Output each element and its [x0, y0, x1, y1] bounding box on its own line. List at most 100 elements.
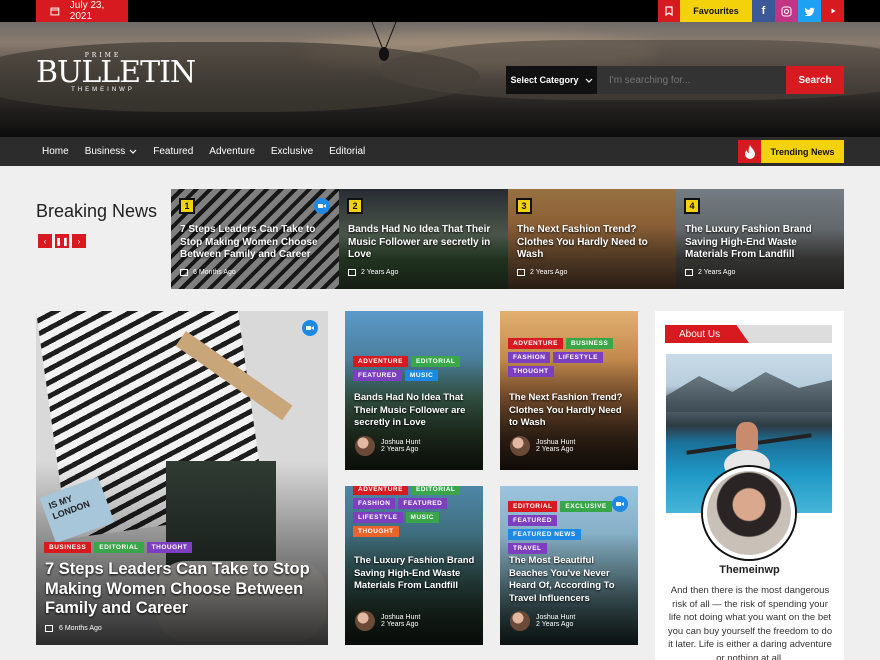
post-title[interactable]: The Next Fashion Trend? Clothes You Hard…	[509, 392, 627, 430]
author-name[interactable]: Joshua Hunt	[381, 614, 420, 621]
next-icon[interactable]: ›	[72, 234, 86, 248]
calendar-icon	[685, 269, 693, 276]
tag[interactable]: THOUGHT	[508, 366, 554, 377]
tag[interactable]: FASHION	[508, 352, 551, 363]
tag[interactable]: TRAVEL	[508, 543, 547, 554]
widget-heading: About Us	[665, 325, 832, 343]
author-avatar	[510, 611, 530, 631]
slide-date: 2 Years Ago	[530, 268, 568, 276]
calendar-icon	[50, 7, 60, 16]
tag-list: EDITORIAL EXCLUSIVE FEATURED FEATURED NE…	[508, 501, 618, 554]
tag[interactable]: FEATURED	[398, 498, 448, 509]
tag-list: BUSINESS EDITORIAL THOUGHT	[44, 542, 193, 553]
nav-item-home[interactable]: Home	[42, 146, 69, 157]
facebook-icon[interactable]: f	[752, 0, 775, 22]
twitter-icon[interactable]	[798, 0, 821, 22]
pause-icon[interactable]: ❚❚	[55, 234, 69, 248]
video-icon	[302, 320, 318, 336]
date-badge: July 23, 2021	[36, 0, 128, 22]
featured-post[interactable]: IS MY LONDON BUSINESS EDITORIAL THOUGHT …	[36, 311, 328, 645]
tag[interactable]: EDITORIAL	[410, 486, 461, 495]
slide-date: 6 Months Ago	[193, 268, 236, 276]
slide-title[interactable]: 7 Steps Leaders Can Take to Stop Making …	[180, 224, 332, 262]
featured-post-date: 6 Months Ago	[59, 624, 102, 632]
post-date: 2 Years Ago	[381, 621, 419, 628]
about-description: And then there is the most dangerous ris…	[667, 585, 833, 660]
search-button[interactable]: Search	[786, 66, 844, 94]
post-card[interactable]: ADVENTURE EDITORIAL FASHION FEATURED LIF…	[345, 486, 483, 645]
category-select[interactable]: Select Category	[506, 66, 597, 94]
tag-list: ADVENTURE EDITORIAL FASHION FEATURED LIF…	[353, 486, 477, 537]
author-avatar	[355, 436, 375, 456]
post-card[interactable]: ADVENTURE BUSINESS FASHION LIFESTYLE THO…	[500, 311, 638, 470]
search-input[interactable]	[597, 66, 786, 94]
trending-news-button[interactable]: Trending News	[761, 140, 844, 163]
slide-title[interactable]: Bands Had No Idea That Their Music Follo…	[348, 224, 500, 262]
tag[interactable]: EXCLUSIVE	[560, 501, 612, 512]
chevron-down-icon	[129, 149, 137, 154]
breaking-slide[interactable]: 4 The Luxury Fashion Brand Saving High-E…	[676, 189, 844, 289]
tag[interactable]: ADVENTURE	[508, 338, 563, 349]
nav-item-editorial[interactable]: Editorial	[329, 146, 365, 157]
post-title[interactable]: The Most Beautiful Beaches You've Never …	[509, 555, 633, 605]
current-date: July 23, 2021	[69, 0, 105, 22]
favourites-button[interactable]: Favourites	[680, 0, 752, 22]
tag[interactable]: EDITORIAL	[508, 501, 558, 512]
breaking-slide[interactable]: 2 Bands Had No Idea That Their Music Fol…	[339, 189, 508, 289]
tag[interactable]: ADVENTURE	[353, 356, 408, 367]
tag-business[interactable]: BUSINESS	[44, 542, 92, 553]
author-avatar	[510, 436, 530, 456]
tag[interactable]: FASHION	[353, 498, 396, 509]
post-date: 2 Years Ago	[381, 446, 419, 453]
tag[interactable]: FEATURED NEWS	[508, 529, 581, 540]
tag[interactable]: LIFESTYLE	[353, 512, 403, 523]
tag[interactable]: BUSINESS	[565, 338, 614, 349]
trending-fire-button[interactable]	[738, 140, 761, 163]
nav-item-business[interactable]: Business	[85, 146, 138, 157]
youtube-icon[interactable]	[821, 0, 844, 22]
about-avatar	[703, 467, 795, 559]
instagram-icon[interactable]	[775, 0, 798, 22]
featured-post-title[interactable]: 7 Steps Leaders Can Take to Stop Making …	[45, 560, 323, 619]
post-date: 2 Years Ago	[536, 446, 574, 453]
tag-editorial[interactable]: EDITORIAL	[94, 542, 144, 553]
tag[interactable]: FEATURED	[353, 370, 402, 381]
slide-title[interactable]: The Luxury Fashion Brand Saving High-End…	[685, 224, 836, 262]
top-bar: July 23, 2021 Favourites f	[0, 0, 880, 22]
slide-number: 3	[516, 198, 532, 214]
tag[interactable]: THOUGHT	[353, 526, 399, 537]
calendar-icon	[45, 625, 53, 632]
breaking-slide[interactable]: 3 The Next Fashion Trend? Clothes You Ha…	[508, 189, 677, 289]
nav-item-adventure[interactable]: Adventure	[209, 146, 255, 157]
fire-icon	[744, 144, 755, 159]
slide-number: 1	[179, 198, 195, 214]
calendar-icon	[517, 269, 525, 276]
author-name[interactable]: Joshua Hunt	[381, 439, 420, 446]
site-logo[interactable]: PRIME BULLETIN THEMEINWP	[36, 52, 196, 93]
calendar-icon	[180, 269, 188, 276]
tag-list: ADVENTURE EDITORIAL FEATURED MUSIC	[353, 356, 477, 381]
author-name[interactable]: Joshua Hunt	[536, 439, 575, 446]
previous-icon[interactable]: ‹	[38, 234, 52, 248]
tag-thought[interactable]: THOUGHT	[146, 542, 193, 553]
slide-date: 2 Years Ago	[698, 268, 736, 276]
breaking-slide[interactable]: 1 7 Steps Leaders Can Take to Stop Makin…	[171, 189, 340, 289]
tag[interactable]: EDITORIAL	[410, 356, 461, 367]
post-card[interactable]: EDITORIAL EXCLUSIVE FEATURED FEATURED NE…	[500, 486, 638, 645]
tag[interactable]: MUSIC	[405, 512, 439, 523]
tag[interactable]: ADVENTURE	[353, 486, 408, 495]
bookmark-button[interactable]	[658, 0, 680, 22]
author-name[interactable]: Joshua Hunt	[536, 614, 575, 621]
post-card[interactable]: ADVENTURE EDITORIAL FEATURED MUSIC Bands…	[345, 311, 483, 470]
post-title[interactable]: Bands Had No Idea That Their Music Follo…	[354, 392, 478, 430]
nav-item-featured[interactable]: Featured	[153, 146, 193, 157]
tag[interactable]: LIFESTYLE	[553, 352, 603, 363]
breaking-news-title: Breaking News	[36, 201, 158, 221]
tag-list: ADVENTURE BUSINESS FASHION LIFESTYLE THO…	[508, 338, 632, 377]
tag[interactable]: MUSIC	[404, 370, 439, 381]
slide-title[interactable]: The Next Fashion Trend? Clothes You Hard…	[517, 224, 669, 262]
slide-number: 4	[684, 198, 700, 214]
tag[interactable]: FEATURED	[508, 515, 557, 526]
post-title[interactable]: The Luxury Fashion Brand Saving High-End…	[354, 555, 478, 593]
nav-item-exclusive[interactable]: Exclusive	[271, 146, 313, 157]
